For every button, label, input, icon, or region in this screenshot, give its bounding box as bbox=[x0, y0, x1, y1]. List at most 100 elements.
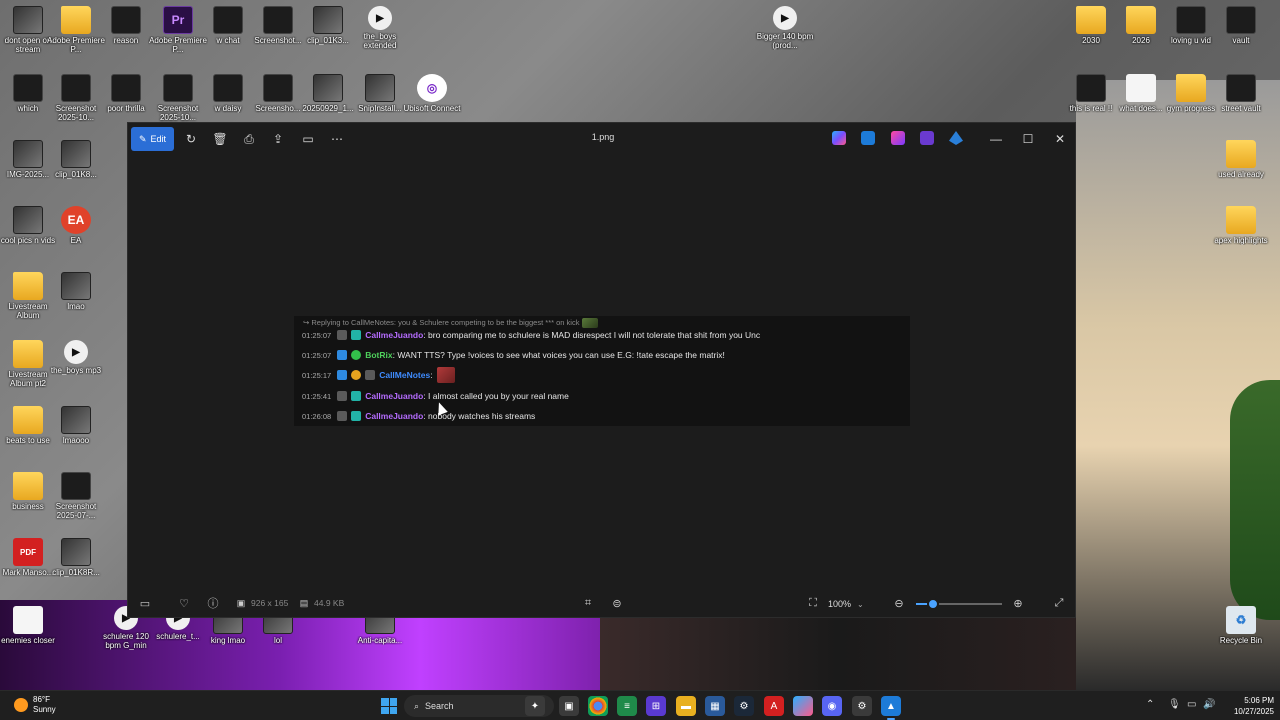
desktop-icon[interactable]: ◎ Ubisoft Connect bbox=[404, 74, 460, 113]
desktop-icon-label: clip_01K8R... bbox=[52, 568, 100, 577]
edit-button[interactable]: ✎ Edit bbox=[131, 127, 174, 151]
sun-icon bbox=[14, 698, 28, 712]
chat-message: 01:25:41 CallmeJuando: I almost called yo… bbox=[302, 389, 569, 403]
info-icon[interactable]: ⓘ bbox=[204, 594, 222, 612]
settings-icon[interactable]: ⚙ bbox=[852, 696, 872, 716]
folder-icon bbox=[13, 272, 43, 300]
more-icon[interactable]: ⋯ bbox=[328, 130, 346, 148]
steam-icon[interactable]: ⚙ bbox=[734, 696, 754, 716]
desktop-icon-label: Anti-capita... bbox=[357, 636, 403, 645]
desktop-icon[interactable]: poor thrilla bbox=[98, 74, 154, 113]
chevron-up-icon[interactable]: ⌃ bbox=[1146, 699, 1154, 710]
paint-icon[interactable] bbox=[861, 131, 875, 145]
desktop-icon[interactable]: reason bbox=[98, 6, 154, 45]
desktop-icon[interactable]: lmao bbox=[48, 272, 104, 311]
chat-username: BotRix bbox=[365, 350, 393, 360]
desktop-icon[interactable]: lmaooo bbox=[48, 406, 104, 445]
desktop-icon[interactable]: ▶ the_boys mp3 bbox=[48, 340, 104, 375]
desktop-icon[interactable]: EA EA bbox=[48, 206, 104, 245]
purple-icon: Pr bbox=[163, 6, 193, 34]
desktop-icon[interactable]: clip_01K3... bbox=[300, 6, 356, 45]
game-icon[interactable]: ✦ bbox=[525, 696, 545, 716]
desktop-icon[interactable]: Pr Adobe Premiere P... bbox=[149, 6, 207, 54]
weather-widget[interactable]: 86°F Sunny bbox=[14, 695, 56, 715]
zoom-out-icon[interactable]: ⊖ bbox=[890, 594, 908, 612]
delete-icon[interactable]: 🗑 bbox=[211, 130, 229, 148]
print-icon[interactable]: ⎙ bbox=[240, 130, 258, 148]
maximize-icon[interactable]: ☐ bbox=[1018, 129, 1038, 149]
desktop-icon[interactable]: Screenshot 2025-10... bbox=[150, 74, 206, 122]
message-timestamp: 01:26:08 bbox=[302, 411, 332, 421]
fullscreen-icon[interactable]: ⤢ bbox=[1050, 594, 1068, 612]
desktop-icon[interactable]: SnipInstall... bbox=[352, 74, 408, 113]
desktop-icon-label: 20250929_1... bbox=[302, 104, 354, 113]
desktop-icon[interactable]: ♻ Recycle Bin bbox=[1213, 606, 1269, 645]
desktop-icon[interactable]: ▶ the_boys extended bbox=[352, 6, 408, 50]
desktop-icon[interactable]: clip_01K8... bbox=[48, 140, 104, 179]
fit-to-window-icon[interactable]: ⛶ bbox=[804, 594, 822, 612]
desktop-icon[interactable]: apex highlights bbox=[1213, 206, 1269, 245]
desktop-icon[interactable]: clip_01K8R... bbox=[48, 538, 104, 577]
zoom-slider-thumb[interactable] bbox=[927, 598, 940, 610]
clock[interactable]: 5:06 PM 10/27/2025 bbox=[1226, 695, 1274, 717]
calculator-icon[interactable]: ▦ bbox=[705, 696, 725, 716]
zoom-dropdown[interactable]: 100% ⌄ bbox=[828, 595, 878, 613]
folder-icon bbox=[61, 6, 91, 34]
file-size-icon: ▤ bbox=[299, 597, 309, 608]
dark-icon bbox=[61, 74, 91, 102]
pdf-icon: PDF bbox=[13, 538, 43, 566]
desktop-icon[interactable]: enemies closer bbox=[0, 606, 56, 645]
clock-time: 5:06 PM bbox=[1244, 696, 1274, 705]
desktop-icon[interactable]: used already bbox=[1213, 140, 1269, 179]
chat-text: : bro comparing me to schulere is MAD di… bbox=[423, 330, 761, 340]
chrome-icon[interactable] bbox=[588, 696, 608, 716]
file-explorer-icon[interactable]: ▬ bbox=[676, 696, 696, 716]
network-icon[interactable]: ▭ bbox=[1187, 699, 1196, 710]
onedrive-icon[interactable] bbox=[949, 131, 963, 145]
desktop-icon[interactable]: ▶ Bigger 140 bpm (prod... bbox=[757, 6, 813, 50]
green-badge-icon bbox=[351, 350, 362, 360]
photos-app-icon[interactable]: ▲ bbox=[881, 696, 901, 720]
wallpaper-plant bbox=[1230, 380, 1280, 620]
copilot-taskbar-icon[interactable] bbox=[793, 696, 813, 716]
volume-icon[interactable]: 🔊 bbox=[1203, 699, 1215, 710]
taskbar: 86°F Sunny ⌕ Search ✦ ▣ ≡ ⊞ ▬ ▦ ⚙ A ◉ ⚙ … bbox=[0, 690, 1280, 720]
desktop-icon[interactable]: 20250929_1... bbox=[300, 74, 356, 113]
chat-message: 01:25:07 BotRix: WANT TTS? Type !voices t… bbox=[302, 348, 725, 362]
edit-icon: ✎ bbox=[138, 133, 147, 144]
start-button[interactable] bbox=[381, 698, 397, 714]
clipchamp-icon[interactable] bbox=[920, 131, 934, 145]
desktop-icon-label: reason bbox=[113, 36, 139, 45]
filmstrip-icon[interactable]: ▭ bbox=[136, 594, 154, 612]
zoom-in-icon[interactable]: ⊕ bbox=[1009, 594, 1027, 612]
sub-badge-icon bbox=[351, 411, 362, 421]
slideshow-icon[interactable]: ▭ bbox=[299, 130, 317, 148]
folder-icon bbox=[1226, 140, 1256, 168]
designer-icon[interactable] bbox=[891, 131, 905, 145]
notepad-icon[interactable]: ≡ bbox=[617, 696, 637, 716]
minimize-icon[interactable]: — bbox=[986, 129, 1006, 149]
desktop-icon[interactable]: Adobe Premiere P... bbox=[47, 6, 105, 54]
desktop-icon[interactable]: vault bbox=[1213, 6, 1269, 45]
acrobat-icon[interactable]: A bbox=[764, 696, 784, 716]
desktop-icon[interactable]: Screenshot 2025-07-... bbox=[48, 472, 104, 520]
visual-search-icon[interactable]: ⊜ bbox=[608, 594, 626, 612]
share-icon[interactable]: ⇪ bbox=[269, 130, 287, 148]
favorite-icon[interactable]: ♡ bbox=[175, 594, 193, 612]
task-view-icon[interactable]: ▣ bbox=[559, 696, 579, 716]
discord-icon[interactable]: ◉ bbox=[822, 696, 842, 716]
zoom-slider[interactable] bbox=[916, 598, 1002, 610]
rotate-icon[interactable]: ↻ bbox=[182, 130, 200, 148]
chevron-down-icon: ⌄ bbox=[857, 599, 864, 609]
teams-icon[interactable]: ⊞ bbox=[646, 696, 666, 716]
desktop-icon[interactable]: street vault bbox=[1213, 74, 1269, 113]
wallpaper-person-bottom bbox=[600, 618, 1076, 690]
copilot-icon[interactable] bbox=[832, 131, 846, 145]
desktop-icon[interactable]: Screenshot 2025-10... bbox=[48, 74, 104, 122]
crop-icon[interactable]: ⌗ bbox=[579, 594, 597, 612]
dark-icon bbox=[1226, 74, 1256, 102]
desktop-icon-label: apex highlights bbox=[1214, 236, 1268, 245]
close-icon[interactable]: ✕ bbox=[1050, 129, 1070, 149]
microphone-icon[interactable]: 🎙 bbox=[1168, 699, 1181, 710]
chat-text: : I almost called you by your real name bbox=[423, 391, 569, 401]
